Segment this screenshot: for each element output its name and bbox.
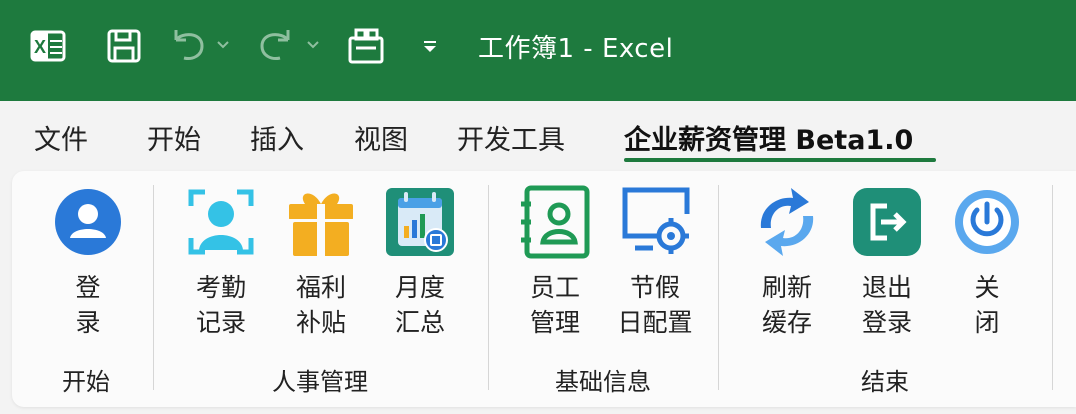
active-tab-indicator — [624, 158, 936, 162]
close-button[interactable]: 关闭 — [945, 184, 1029, 340]
tab-salary-management[interactable]: 企业薪资管理 Beta1.0 — [624, 118, 913, 157]
user-login-icon — [50, 184, 126, 260]
group-label-end: 结束 — [861, 368, 909, 396]
add-in-icon[interactable] — [344, 24, 388, 68]
holiday-config-button[interactable]: 节假 日配置 — [607, 184, 703, 340]
gift-icon — [283, 184, 359, 260]
face-scan-icon — [183, 184, 259, 260]
excel-logo-icon[interactable]: X — [26, 24, 70, 68]
group-separator — [153, 185, 154, 390]
svg-text:X: X — [34, 37, 46, 57]
tab-insert[interactable]: 插入 — [250, 118, 304, 157]
tab-home[interactable]: 开始 — [147, 118, 201, 157]
login-button[interactable]: 登录 — [46, 184, 130, 340]
monthly-summary-button[interactable]: 月度 汇总 — [378, 184, 462, 340]
group-label-start: 开始 — [62, 368, 110, 396]
logout-button[interactable]: 退出 登录 — [845, 184, 929, 340]
tab-file[interactable]: 文件 — [34, 118, 88, 157]
redo-icon[interactable] — [252, 24, 326, 68]
customize-qat-icon[interactable] — [412, 24, 448, 68]
logout-icon — [849, 184, 925, 260]
group-separator — [1052, 185, 1053, 390]
window-title: 工作簿1 - Excel — [478, 34, 674, 64]
monthly-report-icon — [382, 184, 458, 260]
employee-management-button[interactable]: 员工 管理 — [513, 184, 597, 340]
group-separator — [718, 185, 719, 390]
group-label-basic-info: 基础信息 — [555, 368, 651, 396]
refresh-cache-button[interactable]: 刷新 缓存 — [745, 184, 829, 340]
refresh-icon — [749, 184, 825, 260]
contact-book-icon — [517, 184, 593, 260]
tab-developer[interactable]: 开发工具 — [457, 118, 565, 157]
attendance-record-button[interactable]: 考勤 记录 — [179, 184, 263, 340]
power-icon — [949, 184, 1025, 260]
undo-icon[interactable] — [166, 24, 236, 68]
save-icon[interactable] — [102, 24, 146, 68]
group-separator — [488, 185, 489, 390]
title-bar: X 工作簿1 - Excel — [0, 0, 1076, 101]
tab-view[interactable]: 视图 — [354, 118, 408, 157]
group-label-hr: 人事管理 — [272, 368, 368, 396]
monitor-settings-icon — [617, 184, 693, 260]
welfare-subsidy-button[interactable]: 福利 补贴 — [279, 184, 363, 340]
